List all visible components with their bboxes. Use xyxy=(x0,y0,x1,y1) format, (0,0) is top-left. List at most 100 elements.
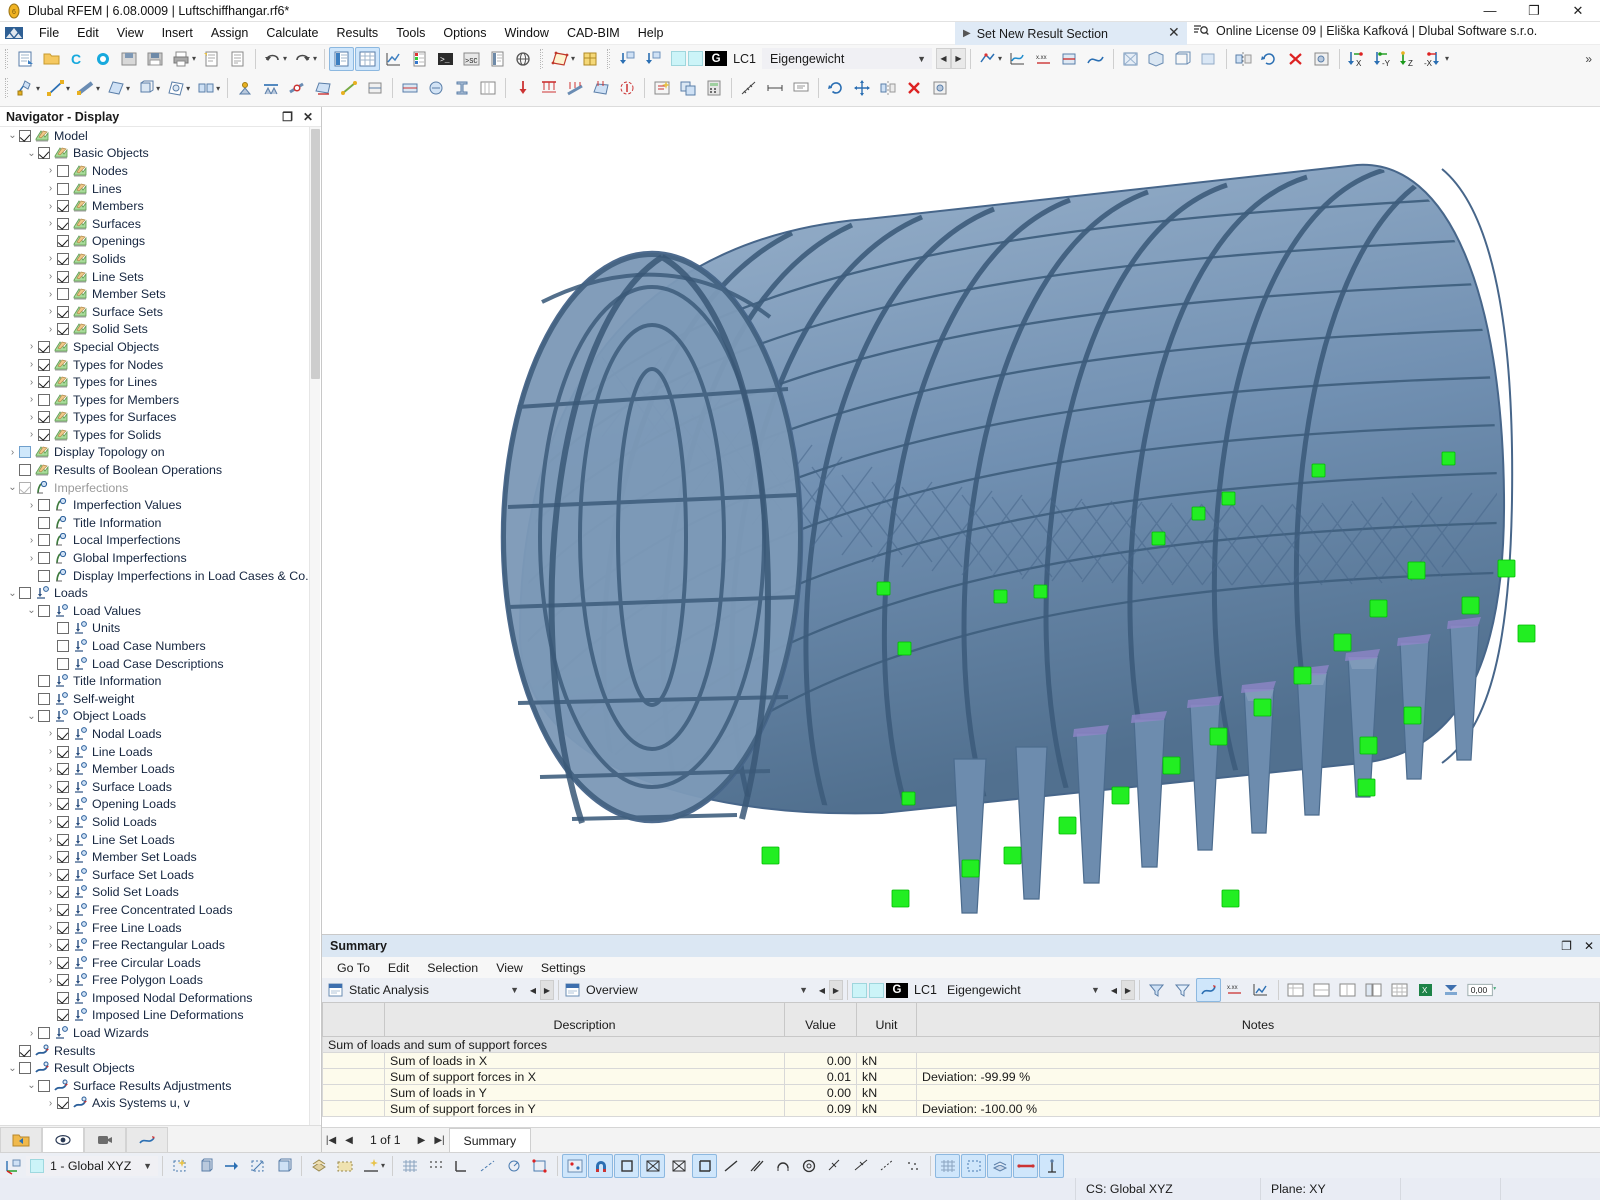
menu-help[interactable]: Help xyxy=(629,23,673,44)
tree-item-solid-loads[interactable]: ›Solid Loads xyxy=(0,813,321,831)
tree-checkbox[interactable] xyxy=(57,622,69,634)
menu-edit[interactable]: Edit xyxy=(68,23,108,44)
cloud-open-button[interactable]: C xyxy=(65,47,90,71)
chevron-right-icon[interactable]: › xyxy=(44,869,57,880)
table-row[interactable]: Sum of support forces in X0.01kNDeviatio… xyxy=(323,1069,1600,1085)
chevron-right-icon[interactable]: › xyxy=(44,764,57,775)
layers-button[interactable] xyxy=(306,1154,331,1178)
menu-view[interactable]: View xyxy=(108,23,153,44)
navigator-restore-icon[interactable]: ❐ xyxy=(282,110,293,124)
edit-coordinate-system-button[interactable] xyxy=(245,1154,270,1178)
tree-checkbox[interactable] xyxy=(57,886,69,898)
snap-points-button[interactable] xyxy=(562,1154,587,1178)
tree-item-loads[interactable]: ⌄Loads xyxy=(0,584,321,602)
nodal-support-button[interactable] xyxy=(232,76,257,100)
summary-lc-dropdown[interactable]: Eigengewicht ▼ xyxy=(947,980,1107,1000)
scrollbar-thumb[interactable] xyxy=(311,129,320,379)
result-section-banner[interactable]: ▶ Set New Result Section xyxy=(955,22,1187,45)
draw-surface-button[interactable] xyxy=(103,76,128,100)
tree-item-local-imperfections[interactable]: ›Local Imperfections xyxy=(0,532,321,550)
chevron-right-icon[interactable]: › xyxy=(25,535,38,546)
chevron-right-icon[interactable]: › xyxy=(25,553,38,564)
ortho-button[interactable] xyxy=(449,1154,474,1178)
table-row[interactable]: Sum of loads in Y0.00kN xyxy=(323,1085,1600,1101)
tree-checkbox[interactable] xyxy=(38,376,50,388)
summary-grid-button[interactable] xyxy=(1387,978,1412,1002)
pager-last-button[interactable]: ▶| xyxy=(431,1135,449,1146)
tree-item-model[interactable]: ⌄Model xyxy=(0,127,321,145)
result-section-button[interactable] xyxy=(1057,47,1082,71)
combination-button[interactable] xyxy=(675,76,700,100)
tree-item-surfaces[interactable]: ›Surfaces xyxy=(0,215,321,233)
tree-checkbox[interactable] xyxy=(57,165,69,177)
rotate-view-button[interactable] xyxy=(823,76,848,100)
chevron-right-icon[interactable]: › xyxy=(44,306,57,317)
tree-item-display-topology-on[interactable]: ›Display Topology on xyxy=(0,444,321,462)
menu-cad-bim[interactable]: CAD-BIM xyxy=(558,23,629,44)
free-load-button[interactable] xyxy=(614,76,639,100)
view-prev-button[interactable]: ◀ xyxy=(815,980,829,1000)
chevron-right-icon[interactable]: › xyxy=(44,746,57,757)
tree-item-units[interactable]: ·Units xyxy=(0,620,321,638)
mirror-model-button[interactable] xyxy=(875,76,900,100)
minimize-button[interactable]: — xyxy=(1468,0,1512,22)
navigator-toggle-button[interactable] xyxy=(329,47,354,71)
tree-checkbox[interactable] xyxy=(57,939,69,951)
load-case-dropdown[interactable]: Eigengewicht ▼ xyxy=(762,48,932,69)
tree-checkbox[interactable] xyxy=(38,411,50,423)
chevron-right-icon[interactable]: › xyxy=(44,922,57,933)
summary-restore-icon[interactable]: ❐ xyxy=(1561,939,1572,953)
tree-item-results[interactable]: ·Results xyxy=(0,1042,321,1060)
tree-checkbox[interactable] xyxy=(19,1045,31,1057)
draw-member-button[interactable] xyxy=(73,76,98,100)
chevron-right-icon[interactable]: › xyxy=(44,957,57,968)
redo-button[interactable] xyxy=(290,47,315,71)
maximize-button[interactable]: ❐ xyxy=(1512,0,1556,22)
summary-menu-selection[interactable]: Selection xyxy=(418,958,487,977)
render-quality-button[interactable] xyxy=(1118,47,1143,71)
tree-checkbox[interactable] xyxy=(38,552,50,564)
render-mode-button[interactable] xyxy=(987,1154,1012,1178)
tree-checkbox[interactable] xyxy=(19,130,31,142)
tree-checkbox[interactable] xyxy=(38,710,50,722)
tree-checkbox[interactable] xyxy=(57,200,69,212)
tree-checkbox[interactable] xyxy=(57,183,69,195)
tree-item-global-imperfections[interactable]: ›Global Imperfections xyxy=(0,549,321,567)
pager-next-button[interactable]: ▶ xyxy=(413,1135,431,1146)
tree-checkbox[interactable] xyxy=(57,746,69,758)
navigator-close-icon[interactable]: ✕ xyxy=(303,110,313,124)
line-support-button[interactable] xyxy=(258,76,283,100)
tree-item-types-for-members[interactable]: ›Types for Members xyxy=(0,391,321,409)
chevron-right-icon[interactable]: › xyxy=(44,852,57,863)
delete-object-button[interactable] xyxy=(901,76,926,100)
tree-item-types-for-nodes[interactable]: ›Types for Nodes xyxy=(0,356,321,374)
tree-item-result-objects[interactable]: ⌄Result Objects xyxy=(0,1059,321,1077)
tree-checkbox[interactable] xyxy=(57,235,69,247)
tree-checkbox[interactable] xyxy=(38,147,50,159)
tree-item-load-case-numbers[interactable]: ·Load Case Numbers xyxy=(0,637,321,655)
layers-edit-button[interactable] xyxy=(332,1154,357,1178)
selection-window-button[interactable] xyxy=(961,1154,986,1178)
tree-item-load-wizards[interactable]: ›Load Wizards xyxy=(0,1024,321,1042)
chevron-right-icon[interactable]: › xyxy=(44,183,57,194)
chevron-down-icon[interactable]: ⌄ xyxy=(25,148,38,159)
wireframe-button[interactable] xyxy=(1170,47,1195,71)
tree-item-basic-objects[interactable]: ⌄Basic Objects xyxy=(0,145,321,163)
chevron-right-icon[interactable]: › xyxy=(44,1098,57,1109)
tree-checkbox[interactable] xyxy=(57,271,69,283)
tree-checkbox[interactable] xyxy=(57,288,69,300)
draw-node-button[interactable] xyxy=(13,76,38,100)
result-values-button[interactable]: x.xx xyxy=(1031,47,1056,71)
result-section-close-icon[interactable]: ✕ xyxy=(1168,24,1180,41)
nodal-load-button[interactable] xyxy=(510,76,535,100)
grid-snap-button[interactable] xyxy=(578,47,603,71)
chevron-right-icon[interactable]: › xyxy=(25,429,38,440)
chevron-right-icon[interactable]: › xyxy=(44,271,57,282)
summary-axes-button[interactable] xyxy=(1248,978,1273,1002)
tree-checkbox[interactable] xyxy=(57,306,69,318)
delete-button[interactable] xyxy=(1283,47,1308,71)
align-coordinate-system-button[interactable] xyxy=(219,1154,244,1178)
save-as-button[interactable] xyxy=(117,47,142,71)
tree-item-solid-set-loads[interactable]: ›Solid Set Loads xyxy=(0,884,321,902)
tree-checkbox[interactable] xyxy=(38,429,50,441)
